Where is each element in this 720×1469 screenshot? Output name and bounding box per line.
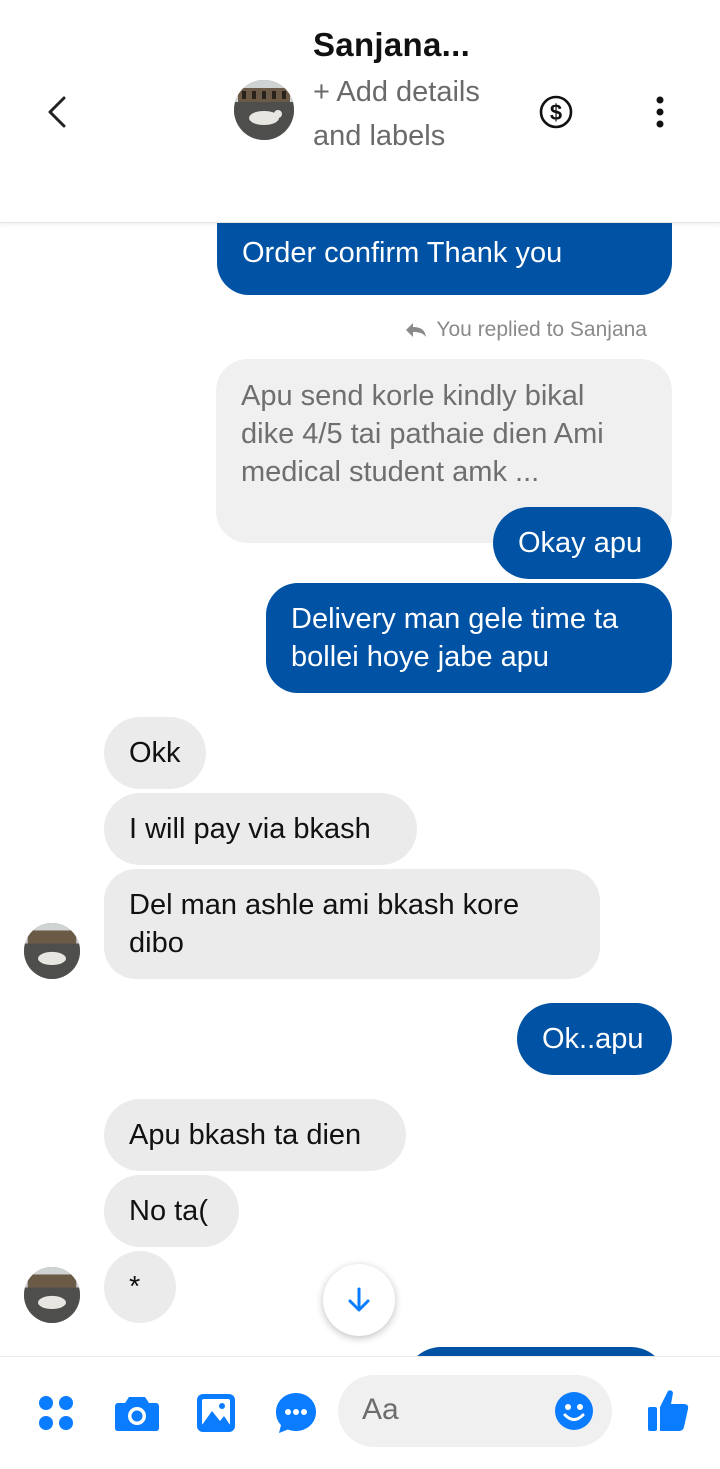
reply-icon <box>406 323 427 337</box>
message-input[interactable]: Aa <box>338 1375 612 1447</box>
contact-avatar-small[interactable] <box>24 923 80 979</box>
reply-indicator: You replied to Sanjana <box>404 318 647 342</box>
contact-avatar-small[interactable] <box>24 1267 80 1323</box>
message-text: No ta( <box>129 1195 208 1227</box>
message-list[interactable]: Order confirm Thank you You replied to S… <box>0 222 720 1356</box>
message-composer: Aa <box>0 1356 720 1469</box>
image-icon[interactable] <box>196 1393 236 1433</box>
message-bubble-outgoing[interactable]: Order confirm Thank you <box>217 222 672 295</box>
thumbs-up-icon[interactable] <box>646 1387 690 1433</box>
contact-avatar[interactable] <box>234 80 294 140</box>
message-text: Del man ashle ami bkash kore dibo <box>129 889 520 959</box>
message-bubble-incoming[interactable]: * <box>104 1251 176 1323</box>
emoji-icon[interactable] <box>554 1391 594 1431</box>
scroll-to-bottom-button[interactable] <box>323 1264 395 1336</box>
grid-dots-icon[interactable] <box>36 1393 76 1433</box>
message-text: Ok..apu <box>542 1023 644 1055</box>
message-bubble-incoming[interactable]: No ta( <box>104 1175 239 1247</box>
message-input-placeholder: Aa <box>362 1393 399 1426</box>
message-bubble-outgoing-partial[interactable] <box>405 1347 667 1356</box>
message-bubble-incoming[interactable]: Apu bkash ta dien <box>104 1099 406 1171</box>
message-bubble-outgoing[interactable]: Delivery man gele time ta bollei hoye ja… <box>266 583 672 693</box>
message-bubble-outgoing[interactable]: Okay apu <box>493 507 672 579</box>
camera-icon[interactable] <box>114 1393 160 1433</box>
chat-bubble-icon[interactable] <box>274 1391 318 1435</box>
reply-note-text: You replied to Sanjana <box>436 318 647 341</box>
more-vertical-icon[interactable] <box>650 94 670 134</box>
message-text: * <box>129 1271 141 1303</box>
chevron-left-icon[interactable] <box>40 92 76 132</box>
dollar-circle-icon[interactable]: $ <box>538 94 574 130</box>
message-bubble-incoming[interactable]: Okk <box>104 717 206 789</box>
contact-name[interactable]: Sanjana... <box>313 26 470 64</box>
message-text: Okay apu <box>518 527 643 559</box>
message-text: Delivery man gele time ta bollei hoye ja… <box>291 603 619 673</box>
chat-header: Sanjana... + Add details and labels $ <box>0 0 720 223</box>
arrow-down-icon <box>348 1287 370 1312</box>
message-bubble-incoming[interactable]: Del man ashle ami bkash kore dibo <box>104 869 600 979</box>
message-bubble-outgoing[interactable]: Ok..apu <box>517 1003 672 1075</box>
message-bubble-incoming[interactable]: I will pay via bkash <box>104 793 417 865</box>
message-text: Apu bkash ta dien <box>129 1119 362 1151</box>
message-text: Order confirm Thank you <box>242 237 563 269</box>
quoted-text: Apu send korle kindly bikal dike 4/5 tai… <box>241 380 604 488</box>
message-text: I will pay via bkash <box>129 813 371 845</box>
add-details-link[interactable]: + Add details and labels <box>313 70 493 158</box>
message-text: Okk <box>129 737 181 769</box>
svg-text:$: $ <box>550 100 562 125</box>
